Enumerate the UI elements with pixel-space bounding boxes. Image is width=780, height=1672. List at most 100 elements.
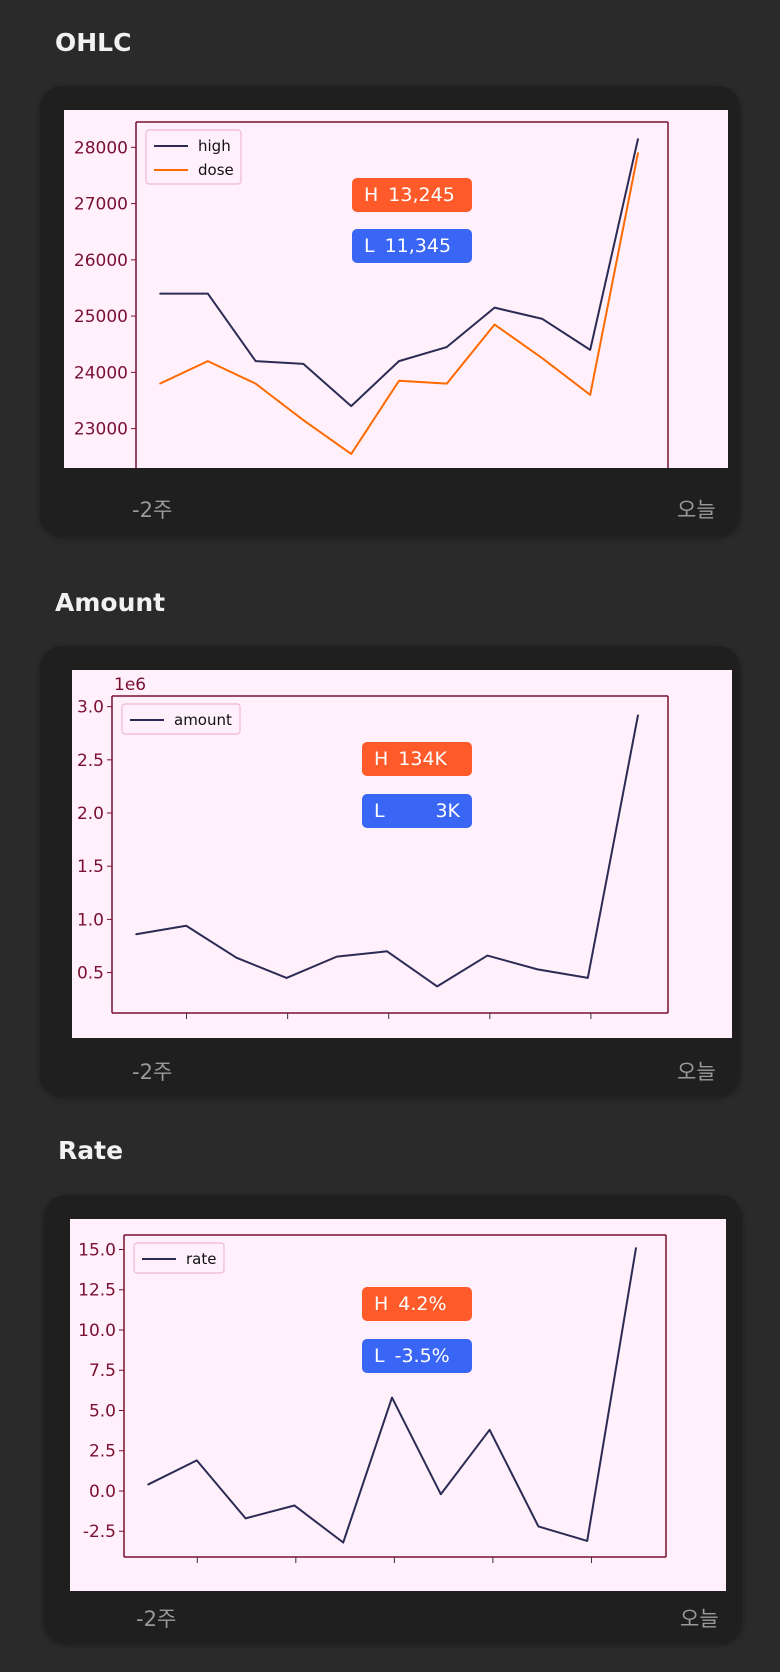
data-point-amount bbox=[536, 968, 539, 971]
rate-low-badge: L -3.5% bbox=[362, 1339, 472, 1373]
low-badge-value: 11,345 bbox=[384, 235, 452, 257]
y-tick-label: 0.5 bbox=[77, 964, 104, 984]
legend-label-rate: rate bbox=[186, 1250, 216, 1268]
data-point-high bbox=[207, 292, 209, 295]
low-badge-value: 3K bbox=[435, 800, 460, 822]
data-point-amount bbox=[185, 924, 187, 927]
amount-chart: 0.5 1.0 1.5 2.0 2.5 3.0 1e6 amount bbox=[72, 670, 732, 1038]
rate-chart-svg: -2.5 0.0 2.5 5.0 7.5 10.0 12.5 15.0 rate bbox=[78, 1234, 667, 1563]
rate-chart: -2.5 0.0 2.5 5.0 7.5 10.0 12.5 15.0 rate bbox=[70, 1219, 726, 1591]
y-tick-label: 2.5 bbox=[89, 1442, 116, 1462]
high-badge-key: H bbox=[374, 1293, 389, 1315]
data-point-dose bbox=[254, 382, 257, 385]
data-point-high bbox=[254, 360, 257, 362]
y-tick-label: 10.0 bbox=[78, 1321, 116, 1341]
data-point-dose bbox=[446, 382, 448, 385]
data-point-high bbox=[350, 405, 353, 407]
data-point-amount bbox=[587, 977, 589, 979]
rate-foot-left: -2주 bbox=[136, 1607, 177, 1631]
section-title-amount: Amount bbox=[55, 588, 166, 617]
amount-foot-right: 오늘 bbox=[677, 1060, 716, 1084]
data-point-rate bbox=[440, 1493, 442, 1496]
amount-chart-svg: 0.5 1.0 1.5 2.0 2.5 3.0 1e6 amount bbox=[77, 675, 669, 1019]
ohlc-low-badge: L 11,345 bbox=[352, 229, 472, 263]
rate-card: -2.5 0.0 2.5 5.0 7.5 10.0 12.5 15.0 rate H 4.2% … bbox=[44, 1195, 742, 1643]
y-tick-label: 25000 bbox=[74, 307, 128, 327]
data-point-amount bbox=[235, 956, 238, 959]
data-point-dose bbox=[159, 382, 161, 385]
ohlc-foot-left: -2주 bbox=[132, 498, 173, 522]
y-tick-label: 0.0 bbox=[89, 1482, 116, 1502]
high-badge-value: 13,245 bbox=[388, 184, 455, 206]
data-point-amount bbox=[336, 955, 338, 958]
section-title-ohlc: OHLC bbox=[55, 28, 132, 57]
y-tick-label: 26000 bbox=[74, 251, 128, 271]
high-badge-key: H bbox=[374, 748, 389, 770]
data-point-high bbox=[541, 318, 544, 320]
y-tick-label: 23000 bbox=[74, 420, 128, 440]
data-point-high bbox=[302, 363, 305, 365]
data-point-dose bbox=[398, 379, 400, 382]
ohlc-card: 23000 24000 25000 26000 27000 28000 high dose H… bbox=[40, 86, 740, 536]
data-point-rate bbox=[196, 1459, 198, 1462]
amount-low-badge: L 3K bbox=[362, 794, 472, 828]
data-point-dose bbox=[541, 357, 544, 360]
rate-high-badge: H 4.2% bbox=[362, 1287, 472, 1321]
section-title-rate: Rate bbox=[58, 1136, 124, 1165]
y-offset-label: 1e6 bbox=[114, 675, 146, 695]
data-point-dose bbox=[302, 419, 305, 421]
y-tick-label: 2.0 bbox=[77, 804, 104, 824]
high-badge-key: H bbox=[364, 184, 379, 206]
data-point-amount bbox=[285, 977, 288, 979]
data-point-dose bbox=[637, 152, 639, 154]
low-badge-key: L bbox=[364, 235, 375, 257]
data-point-rate bbox=[147, 1483, 149, 1486]
data-point-amount bbox=[436, 985, 439, 988]
low-badge-value: -3.5% bbox=[394, 1345, 450, 1367]
data-point-amount bbox=[386, 950, 388, 953]
y-tick-label: 15.0 bbox=[78, 1240, 116, 1260]
amount-card: 0.5 1.0 1.5 2.0 2.5 3.0 1e6 amount H 134K L 3K … bbox=[40, 646, 740, 1096]
rate-foot-right: 오늘 bbox=[680, 1607, 719, 1631]
y-tick-label: 5.0 bbox=[89, 1401, 116, 1421]
amount-foot-left: -2주 bbox=[132, 1060, 173, 1084]
data-point-dose bbox=[350, 453, 353, 455]
y-tick-label: 24000 bbox=[74, 363, 128, 383]
data-point-rate bbox=[342, 1541, 345, 1544]
legend-label-high: high bbox=[198, 137, 231, 155]
high-badge-value: 134K bbox=[398, 748, 448, 770]
data-point-rate bbox=[391, 1396, 393, 1399]
ohlc-high-badge: H 13,245 bbox=[352, 178, 472, 212]
data-point-high bbox=[589, 349, 591, 351]
y-tick-label: 3.0 bbox=[77, 698, 104, 718]
data-point-rate bbox=[586, 1540, 588, 1542]
y-tick-label: 7.5 bbox=[89, 1361, 116, 1381]
y-tick-label: 28000 bbox=[74, 138, 128, 158]
data-point-high bbox=[493, 306, 496, 309]
data-point-rate bbox=[293, 1504, 296, 1507]
y-tick-label: 1.0 bbox=[77, 910, 104, 930]
data-point-amount bbox=[135, 933, 137, 936]
data-point-dose bbox=[207, 360, 209, 362]
data-point-rate bbox=[635, 1247, 637, 1249]
y-tick-label: -2.5 bbox=[83, 1522, 116, 1542]
data-point-amount bbox=[637, 714, 639, 716]
data-point-dose bbox=[493, 323, 496, 326]
low-badge-key: L bbox=[374, 800, 385, 822]
y-tick-label: 27000 bbox=[74, 195, 128, 215]
data-point-amount bbox=[486, 954, 489, 957]
data-point-rate bbox=[537, 1525, 540, 1528]
low-badge-key: L bbox=[374, 1345, 385, 1367]
high-badge-value: 4.2% bbox=[398, 1293, 447, 1315]
data-point-high bbox=[637, 138, 639, 140]
legend-label-amount: amount bbox=[174, 711, 232, 729]
data-point-high bbox=[446, 346, 448, 348]
amount-high-badge: H 134K bbox=[362, 742, 472, 776]
y-tick-label: 12.5 bbox=[78, 1281, 116, 1301]
ohlc-chart-svg: 23000 24000 25000 26000 27000 28000 high dose bbox=[74, 121, 669, 468]
data-point-rate bbox=[244, 1517, 247, 1520]
ohlc-chart: 23000 24000 25000 26000 27000 28000 high dose bbox=[64, 110, 728, 468]
data-point-rate bbox=[488, 1429, 491, 1431]
ohlc-foot-right: 오늘 bbox=[677, 498, 716, 522]
y-tick-label: 2.5 bbox=[77, 751, 104, 771]
